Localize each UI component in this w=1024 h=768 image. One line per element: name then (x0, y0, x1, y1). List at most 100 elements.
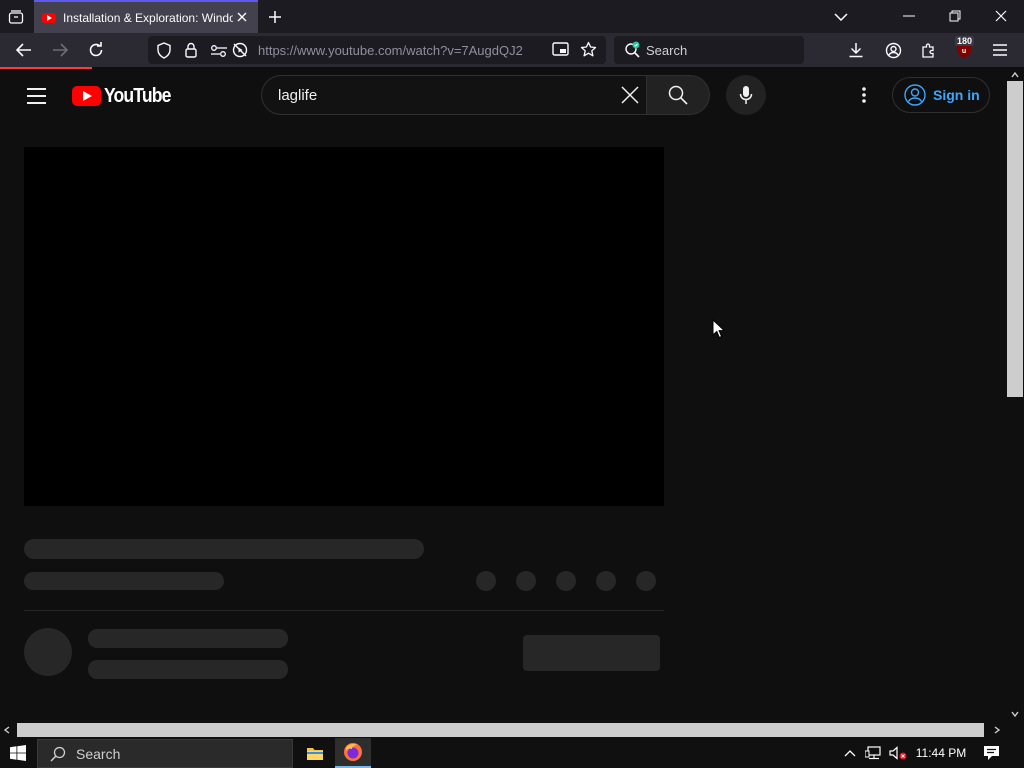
video-meta-skeleton (24, 572, 224, 590)
hamburger-menu-icon (993, 44, 1007, 56)
volume-tray-icon[interactable] (887, 738, 909, 768)
reload-icon (89, 42, 103, 57)
url-text[interactable]: https://www.youtube.com/watch?v=7AugdQJ2 (258, 43, 545, 58)
voice-search-button[interactable] (726, 75, 766, 115)
forward-button[interactable] (47, 38, 73, 62)
reload-button[interactable] (83, 38, 109, 62)
youtube-search-input[interactable]: laglife (261, 75, 647, 115)
channel-name-skeleton (88, 629, 288, 648)
close-icon (621, 86, 639, 104)
restore-icon (949, 10, 961, 22)
notification-icon (983, 746, 999, 760)
tab-list-icon (8, 10, 24, 24)
microphone-icon (739, 86, 753, 104)
restore-button[interactable] (942, 4, 968, 28)
firefox-icon (344, 743, 362, 761)
plus-icon (269, 11, 281, 23)
action-center-button[interactable] (978, 738, 1004, 768)
action-skeleton-dot (476, 571, 496, 591)
volume-muted-icon (889, 746, 907, 760)
close-icon (995, 10, 1007, 22)
youtube-search-button[interactable] (646, 75, 710, 115)
taskbar-clock[interactable]: 11:44 PM (910, 738, 972, 768)
scroll-up-icon[interactable] (1011, 72, 1019, 78)
action-skeleton-dot (556, 571, 576, 591)
permissions-icon[interactable] (210, 44, 228, 62)
network-icon (865, 746, 881, 760)
scroll-right-icon[interactable] (994, 726, 1000, 734)
youtube-masthead: YouTube laglife Sign in (0, 69, 1006, 123)
browser-navigation-bar: https://www.youtube.com/watch?v=7AugdQJ2… (0, 33, 1024, 67)
search-icon (50, 746, 66, 762)
taskbar-firefox[interactable] (335, 738, 371, 768)
back-button[interactable] (11, 38, 37, 62)
browser-tab-strip: Installation & Exploration: Windows (0, 0, 1024, 33)
list-all-tabs-button[interactable] (830, 6, 852, 28)
bookmark-star-icon[interactable] (580, 41, 597, 63)
tab-title: Installation & Exploration: Windows (63, 10, 233, 25)
horizontal-scroll-thumb[interactable] (17, 723, 984, 737)
mouse-cursor-icon (712, 319, 726, 339)
windows-taskbar: Search 11:44 PM (0, 738, 1024, 768)
channel-avatar-skeleton (24, 628, 72, 676)
subscribe-button-skeleton (523, 635, 660, 671)
windows-logo-icon (10, 745, 26, 761)
browser-search-bar[interactable]: Search (614, 36, 804, 64)
video-title-skeleton (24, 539, 424, 559)
puzzle-icon (922, 43, 934, 58)
network-tray-icon[interactable] (863, 738, 885, 768)
app-menu-button[interactable] (987, 38, 1013, 62)
close-window-button[interactable] (988, 4, 1014, 28)
downloads-button[interactable] (843, 38, 869, 62)
section-divider (24, 610, 664, 611)
browser-tab-active[interactable]: Installation & Exploration: Windows (34, 0, 258, 33)
clear-search-button[interactable] (617, 82, 643, 108)
scroll-left-icon[interactable] (4, 726, 10, 734)
show-hidden-icons-button[interactable] (840, 738, 860, 768)
action-skeleton-dot (596, 571, 616, 591)
account-button[interactable] (880, 38, 906, 62)
new-tab-button[interactable] (264, 6, 286, 28)
url-bar[interactable]: https://www.youtube.com/watch?v=7AugdQJ2 (148, 36, 606, 64)
vertical-scroll-thumb[interactable] (1007, 81, 1023, 397)
tab-list-button[interactable] (4, 6, 28, 28)
taskbar-search-box[interactable]: Search (37, 739, 293, 768)
tab-close-button[interactable] (234, 8, 250, 26)
folder-icon (307, 747, 323, 760)
autoplay-blocked-icon[interactable] (232, 42, 248, 63)
download-icon (849, 43, 863, 58)
youtube-play-logo-icon (72, 86, 101, 106)
horizontal-scrollbar[interactable] (0, 722, 1006, 738)
sign-in-button[interactable]: Sign in (892, 77, 990, 113)
picture-in-picture-icon[interactable] (552, 42, 569, 62)
scrollbar-corner (1006, 722, 1024, 738)
action-skeleton-dot (516, 571, 536, 591)
channel-subs-skeleton (88, 660, 288, 679)
youtube-logo[interactable]: YouTube (72, 85, 180, 107)
search-icon (668, 85, 688, 105)
minimize-icon (903, 15, 915, 17)
video-player[interactable] (24, 147, 664, 506)
search-query-text[interactable]: laglife (278, 87, 317, 104)
tracking-protection-icon[interactable] (156, 42, 172, 64)
youtube-favicon-icon (42, 12, 56, 23)
chevron-up-icon (844, 749, 856, 756)
settings-more-button[interactable] (852, 82, 876, 108)
lock-icon[interactable] (184, 42, 198, 63)
minimize-button[interactable] (896, 4, 922, 28)
guide-menu-button[interactable] (20, 83, 52, 109)
more-vertical-icon (862, 87, 866, 103)
action-skeleton-dot (636, 571, 656, 591)
taskbar-file-explorer[interactable] (297, 738, 333, 768)
vertical-scrollbar[interactable] (1006, 69, 1024, 722)
account-icon (885, 42, 901, 58)
close-icon (237, 12, 247, 22)
scroll-down-icon[interactable] (1011, 711, 1019, 717)
start-button[interactable] (0, 738, 36, 768)
arrow-left-icon (16, 43, 31, 57)
search-placeholder: Search (646, 43, 688, 58)
account-circle-icon (904, 84, 926, 106)
chevron-down-icon (834, 13, 848, 21)
extensions-button[interactable] (916, 38, 942, 62)
search-engine-icon (624, 41, 642, 64)
